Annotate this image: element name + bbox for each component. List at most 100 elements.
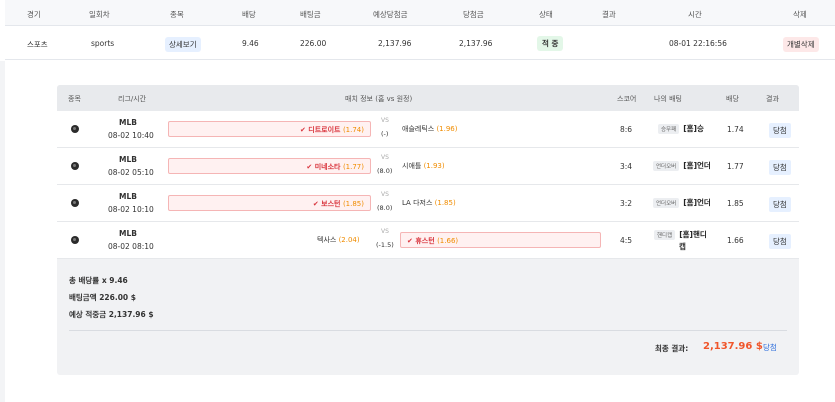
my-bet: 승무패 [홈]승 xyxy=(658,123,704,134)
match-score: 4:5 xyxy=(620,236,633,245)
away-team-pick[interactable]: ✔ 휴스턴 (1.66) xyxy=(400,232,601,248)
match-odds: 1.85 xyxy=(727,199,744,208)
match-score: 3:2 xyxy=(620,199,633,208)
home-team-pick[interactable]: ✔ 미네소타 (1.77) xyxy=(168,158,371,174)
final-result-label: 최종 결과: xyxy=(655,344,689,353)
match-score: 3:4 xyxy=(620,162,633,171)
check-icon: ✔ xyxy=(299,126,306,134)
bet-detail-section: 종목 리그/시간 매치 정보 (홈 vs 원정) 스코어 나의 배팅 배당 결과… xyxy=(0,61,835,402)
match-row: MLB 08-02 08:10 텍사스 (2.04) VS (-1.5) ✔ 휴… xyxy=(57,222,799,259)
col-win: 당첨금 xyxy=(463,10,484,19)
away-team-label[interactable]: LA 다저스 (1.85) xyxy=(402,198,456,208)
match-odds: 1.66 xyxy=(727,236,744,245)
match-result-badge: 당첨 xyxy=(769,197,791,212)
total-odds: 총 배당률 x 9.46 xyxy=(69,276,128,285)
delete-button[interactable]: 개별삭제 xyxy=(783,37,819,52)
vs-label: VS xyxy=(381,154,389,161)
bet-table-header: 경기 일회차 종목 배당 배팅금 예상당첨금 당첨금 상태 결과 시간 삭제 xyxy=(5,0,835,26)
vs-label: VS xyxy=(381,191,389,198)
final-result-status: 당첨 xyxy=(763,343,777,352)
col-round: 일회차 xyxy=(89,10,110,19)
match-score: 8:6 xyxy=(620,125,633,134)
home-odds: (1.74) xyxy=(342,126,364,134)
match-league: MLB xyxy=(119,192,137,201)
home-team-pick[interactable]: ✔ 보스턴 (1.85) xyxy=(168,195,371,211)
match-row: MLB 08-02 05:10 ✔ 미네소타 (1.77) VS (8.0) 시… xyxy=(57,148,799,185)
check-icon: ✔ xyxy=(407,237,413,245)
bet-type-tag: 핸디캡 xyxy=(654,230,676,240)
bet-row: 스포츠 sports 상세보기 9.46 226.00 2,137.96 2,1… xyxy=(5,26,835,60)
col-bet-amount: 배팅금 xyxy=(300,10,321,19)
away-team-name: 애슬레틱스 xyxy=(402,125,435,133)
detail-col-mybet: 나의 배팅 xyxy=(654,95,682,103)
bet-type-tag: 언더오버 xyxy=(653,161,680,171)
home-odds: (1.85) xyxy=(342,200,364,208)
match-result-badge: 당첨 xyxy=(769,123,791,138)
bet-history-panel: 경기 일회차 종목 배당 배팅금 예상당첨금 당첨금 상태 결과 시간 삭제 스… xyxy=(0,0,835,402)
bet-detail-card: 종목 리그/시간 매치 정보 (홈 vs 원정) 스코어 나의 배팅 배당 결과… xyxy=(57,85,799,375)
vs-label: VS xyxy=(381,228,389,235)
handicap: (-1.5) xyxy=(376,241,394,249)
match-row: MLB 08-02 10:40 ✔ 디트로이트 (1.74) VS (-) 애슬… xyxy=(57,111,799,148)
home-team-pick[interactable]: ✔ 디트로이트 (1.74) xyxy=(168,121,371,137)
match-time: 08-02 08:10 xyxy=(108,242,154,251)
home-team-name: 미네소타 xyxy=(314,163,341,171)
bet-table: 경기 일회차 종목 배당 배팅금 예상당첨금 당첨금 상태 결과 시간 삭제 스… xyxy=(5,0,835,60)
home-team-label: ✔ 미네소타 (1.77) xyxy=(306,162,364,172)
bet-time: 08-01 22:16:56 xyxy=(669,39,727,48)
home-team-label[interactable]: 텍사스 (2.04) xyxy=(317,235,360,245)
bet-pick: [홈]승 xyxy=(683,124,704,133)
col-time: 시간 xyxy=(688,10,702,19)
bet-type-tag: 언더오버 xyxy=(653,198,680,208)
home-team-name: 보스턴 xyxy=(321,200,341,208)
match-time: 08-02 10:40 xyxy=(108,131,154,140)
status-badge: 적 중 xyxy=(537,36,564,51)
bet-pick-line2: 캡 xyxy=(679,242,686,251)
match-league: MLB xyxy=(119,229,137,238)
bet-type-tag: 승무패 xyxy=(658,124,680,134)
detail-table-header: 종목 리그/시간 매치 정보 (홈 vs 원정) 스코어 나의 배팅 배당 결과 xyxy=(57,85,799,111)
detail-button[interactable]: 상세보기 xyxy=(165,37,201,52)
home-team-name: 디트로이트 xyxy=(308,126,341,134)
bet-pick: [홈]언더 xyxy=(683,198,711,207)
col-result: 결과 xyxy=(602,10,616,19)
col-expected: 예상당첨금 xyxy=(373,10,408,19)
baseball-icon xyxy=(71,125,79,133)
away-team-name: 시애틀 xyxy=(402,162,422,170)
match-time: 08-02 05:10 xyxy=(108,168,154,177)
home-team-label: ✔ 디트로이트 (1.74) xyxy=(300,125,364,135)
away-team-label: ✔ 휴스턴 (1.66) xyxy=(407,236,458,246)
detail-col-sport: 종목 xyxy=(68,95,81,103)
check-icon: ✔ xyxy=(306,163,313,171)
bet-pick: [홈]언더 xyxy=(683,161,711,170)
detail-col-result: 결과 xyxy=(766,95,779,103)
bet-sport: 스포츠 xyxy=(27,40,48,49)
my-bet: 언더오버 [홈]언더 xyxy=(653,197,711,208)
final-result-value: 2,137.96 $ xyxy=(703,341,763,352)
away-odds: (1.93) xyxy=(423,162,445,170)
home-team-label: ✔ 보스턴 (1.85) xyxy=(313,199,364,209)
vs-label: VS xyxy=(381,117,389,124)
col-odds: 배당 xyxy=(242,10,256,19)
away-team-label[interactable]: 시애틀 (1.93) xyxy=(402,161,445,171)
away-odds: (1.96) xyxy=(436,125,458,133)
match-row: MLB 08-02 10:10 ✔ 보스턴 (1.85) VS (8.0) LA… xyxy=(57,185,799,222)
handicap: (8.0) xyxy=(377,204,393,212)
away-team-label[interactable]: 애슬레틱스 (1.96) xyxy=(402,124,458,134)
col-sport: 종목 xyxy=(170,10,184,19)
handicap: (-) xyxy=(381,130,389,138)
bet-win-amount: 2,137.96 xyxy=(459,39,493,48)
bet-amount: 226.00 xyxy=(300,39,327,48)
summary-divider xyxy=(69,330,787,331)
my-bet: 핸디캡 [홈]핸디 xyxy=(654,229,707,240)
detail-col-odds: 배당 xyxy=(726,95,739,103)
my-bet: 언더오버 [홈]언더 xyxy=(653,160,711,171)
home-team-name: 텍사스 xyxy=(317,236,337,244)
col-delete: 삭제 xyxy=(793,10,807,19)
handicap: (8.0) xyxy=(377,167,393,175)
bet-expected: 2,137.96 xyxy=(378,39,412,48)
match-league: MLB xyxy=(119,118,137,127)
match-result-badge: 당첨 xyxy=(769,234,791,249)
home-odds: (2.04) xyxy=(338,236,360,244)
away-team-name: LA 다저스 xyxy=(402,199,433,207)
